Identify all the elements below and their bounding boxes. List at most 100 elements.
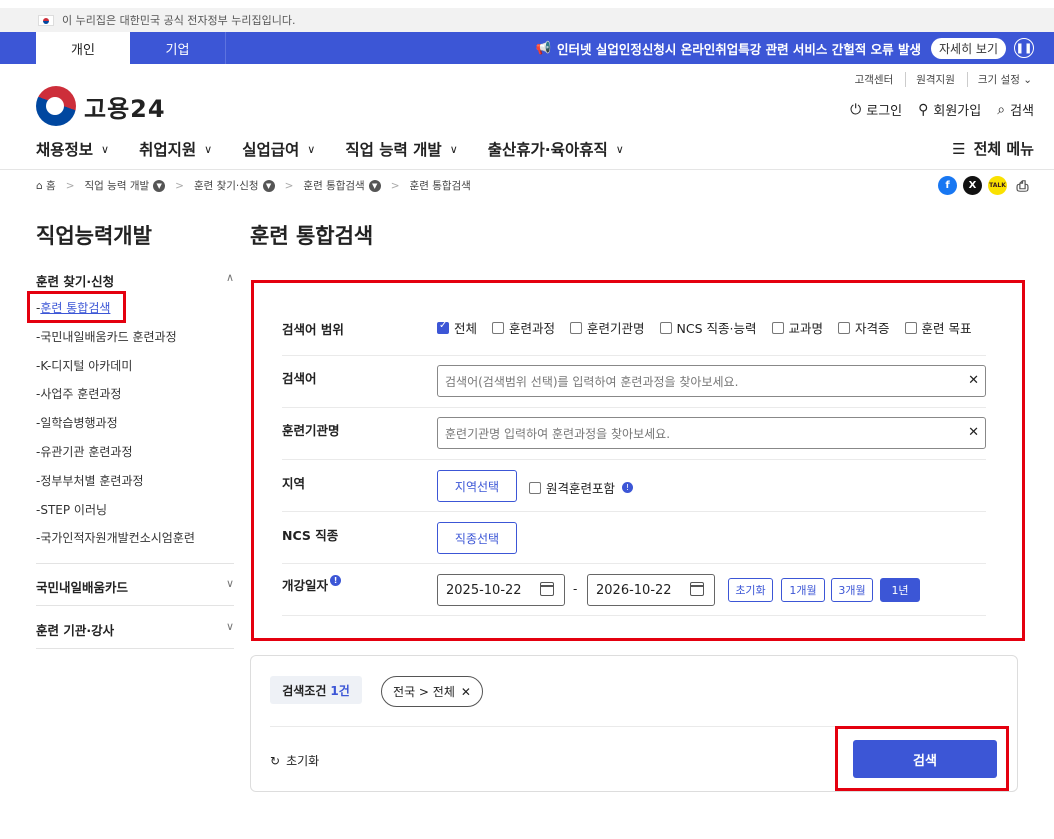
condition-chip[interactable]: 전국 > 전체 ✕ [381, 676, 483, 707]
customer-center-link[interactable]: 고객센터 [855, 72, 894, 87]
period-1year-button[interactable]: 1년 [880, 578, 920, 602]
scope-checkbox-ncs[interactable]: NCS 직종·능력 [659, 318, 757, 337]
sidebar-item-work-study[interactable]: -일학습병행과정 [36, 413, 195, 442]
date-from-input[interactable]: 2025-10-22 [437, 574, 565, 606]
facebook-icon[interactable]: f [938, 176, 957, 195]
login-button[interactable]: ⏻ 로그인 [850, 100, 902, 120]
keyword-label: 검색어 [282, 371, 317, 386]
search-icon: ⌕ [997, 101, 1006, 118]
institution-input[interactable]: 훈련기관명 입력하여 훈련과정을 찾아보세요. ✕ [437, 417, 986, 449]
clear-icon[interactable]: ✕ [968, 373, 979, 388]
breadcrumb-item[interactable]: 직업 능력 개발 ▼ [85, 178, 166, 193]
tab-personal[interactable]: 개인 [36, 32, 130, 64]
notice-text[interactable]: 인터넷 실업인정신청시 온라인취업특강 관련 서비스 간헐적 오류 발생 [557, 39, 921, 58]
nav-jobs[interactable]: 채용정보 ∨ [36, 138, 109, 160]
sidebar-item-related-org[interactable]: -유관기관 훈련과정 [36, 442, 195, 471]
all-menu-button[interactable]: ☰ 전체 메뉴 [952, 138, 1034, 159]
ncs-label: NCS 직종 [282, 528, 339, 543]
nav-parental-leave[interactable]: 출산휴가·육아휴직 ∨ [488, 138, 624, 160]
remote-support-link[interactable]: 원격지원 [905, 72, 955, 87]
nav-employment-support[interactable]: 취업지원 ∨ [139, 138, 212, 160]
keyword-placeholder: 검색어(검색범위 선택)를 입력하여 훈련과정을 찾아보세요. [445, 374, 739, 389]
clear-icon[interactable]: ✕ [968, 425, 979, 440]
pause-icon[interactable]: ❚❚ [1014, 38, 1034, 58]
scope-checkbox-course[interactable]: 훈련과정 [492, 318, 555, 337]
checkbox-icon [771, 321, 784, 334]
calendar-icon[interactable] [690, 582, 704, 596]
breadcrumb-label: 직업 능력 개발 [84, 180, 150, 192]
row-divider [282, 615, 986, 616]
header-search-button[interactable]: ⌕ 검색 [997, 100, 1034, 120]
sidebar-item-employer[interactable]: -사업주 훈련과정 [36, 384, 195, 413]
ncs-select-button[interactable]: 직종선택 [437, 522, 517, 554]
signup-label: 회원가입 [933, 104, 982, 119]
chevron-up-icon: ∧ [225, 271, 234, 284]
checkbox-icon [492, 321, 505, 334]
notice-detail-button[interactable]: 자세히 보기 [930, 37, 1006, 59]
highlight-box-sidebar [27, 291, 126, 323]
chevron-down-icon: ∨ [449, 142, 458, 156]
period-reset-button[interactable]: 초기화 [728, 578, 773, 602]
period-3month-button[interactable]: 3개월 [831, 578, 873, 602]
region-select-button[interactable]: 지역선택 [437, 470, 517, 502]
start-date-label: 개강일자! [282, 575, 342, 594]
print-icon[interactable]: ⎙ [1013, 176, 1032, 195]
megaphone-icon: 📢 [535, 40, 552, 55]
checkbox-icon [659, 321, 672, 334]
nav-unemployment-benefit[interactable]: 실업급여 ∨ [242, 138, 315, 160]
info-icon[interactable]: ! [330, 575, 342, 586]
chevron-down-icon: ∨ [204, 142, 213, 156]
breadcrumb-home[interactable]: ⌂ 홈 [36, 178, 56, 193]
sidebar-group-label: 국민내일배움카드 [36, 580, 129, 595]
condition-count: 1건 [330, 683, 350, 698]
date-to-input[interactable]: 2026-10-22 [587, 574, 715, 606]
remote-training-checkbox[interactable]: 원격훈련포함 ! [529, 478, 634, 497]
nav-skills-development[interactable]: 직업 능력 개발 ∨ [345, 138, 457, 160]
info-icon[interactable]: ! [622, 482, 634, 493]
sidebar-group-naeil-card[interactable]: 국민내일배움카드 ∨ [36, 577, 234, 596]
scope-checkbox-subject[interactable]: 교과명 [771, 318, 823, 337]
dropdown-icon: ▼ [368, 180, 381, 192]
font-size-setting[interactable]: 크기 설정 ⌄ [966, 72, 1032, 87]
scope-checkbox-certificate[interactable]: 자격증 [838, 318, 890, 337]
sidebar-item-label: 정부부처별 훈련과정 [40, 473, 144, 488]
date-separator: - [573, 582, 578, 596]
row-divider [282, 511, 986, 512]
sidebar-item-label: 사업주 훈련과정 [40, 387, 122, 402]
tab-corporate[interactable]: 기업 [130, 32, 226, 64]
checkbox-icon [529, 481, 541, 494]
breadcrumb-separator: > [284, 179, 294, 192]
sidebar-item-k-digital[interactable]: -K-디지털 아카데미 [36, 356, 195, 385]
dropdown-icon: ▼ [153, 180, 166, 192]
keyword-input[interactable]: 검색어(검색범위 선택)를 입력하여 훈련과정을 찾아보세요. ✕ [437, 365, 986, 397]
reset-button[interactable]: ↻ 초기화 [270, 752, 319, 769]
nav-label: 취업지원 [139, 141, 197, 159]
site-logo[interactable]: 고용24 [36, 86, 166, 126]
refresh-icon: ↻ [270, 753, 281, 768]
sidebar-item-label: 국가인적자원개발컨소시엄훈련 [40, 531, 195, 546]
row-divider [282, 407, 986, 408]
row-divider [282, 355, 986, 356]
home-icon: ⌂ [36, 180, 43, 192]
sidebar-item-naeil-card[interactable]: -국민내일배움카드 훈련과정 [36, 327, 195, 356]
sidebar-group-find-training[interactable]: 훈련 찾기·신청 ∧ [36, 271, 234, 290]
scope-checkbox-institution[interactable]: 훈련기관명 [570, 318, 645, 337]
sidebar-item-step[interactable]: -STEP 이러닝 [36, 500, 195, 529]
period-1month-button[interactable]: 1개월 [781, 578, 825, 602]
x-icon[interactable]: X [963, 176, 982, 195]
scope-checkbox-goal[interactable]: 훈련 목표 [904, 318, 972, 337]
close-icon[interactable]: ✕ [461, 685, 471, 699]
sidebar-item-consortium[interactable]: -국가인적자원개발컨소시엄훈련 [36, 528, 195, 557]
signup-button[interactable]: ⚲ 회원가입 [918, 100, 982, 120]
sidebar-group-institutions[interactable]: 훈련 기관·강사 ∨ [36, 620, 234, 639]
breadcrumb-label: 훈련 찾기·신청 [193, 180, 259, 192]
breadcrumb-item[interactable]: 훈련 찾기·신청 ▼ [194, 178, 275, 193]
breadcrumb-item[interactable]: 훈련 통합검색 ▼ [303, 178, 381, 193]
user-actions: ⏻ 로그인 ⚲ 회원가입 ⌕ 검색 [850, 100, 1034, 120]
notice-banner: 📢 인터넷 실업인정신청시 온라인취업특강 관련 서비스 간헐적 오류 발생 자… [535, 32, 1006, 64]
sidebar-item-ministry[interactable]: -정부부처별 훈련과정 [36, 471, 195, 500]
nav-label: 출산휴가·육아휴직 [487, 141, 608, 159]
kakaotalk-icon[interactable]: TALK [988, 176, 1007, 195]
calendar-icon[interactable] [540, 582, 554, 596]
scope-checkbox-all[interactable]: 전체 [437, 318, 477, 337]
